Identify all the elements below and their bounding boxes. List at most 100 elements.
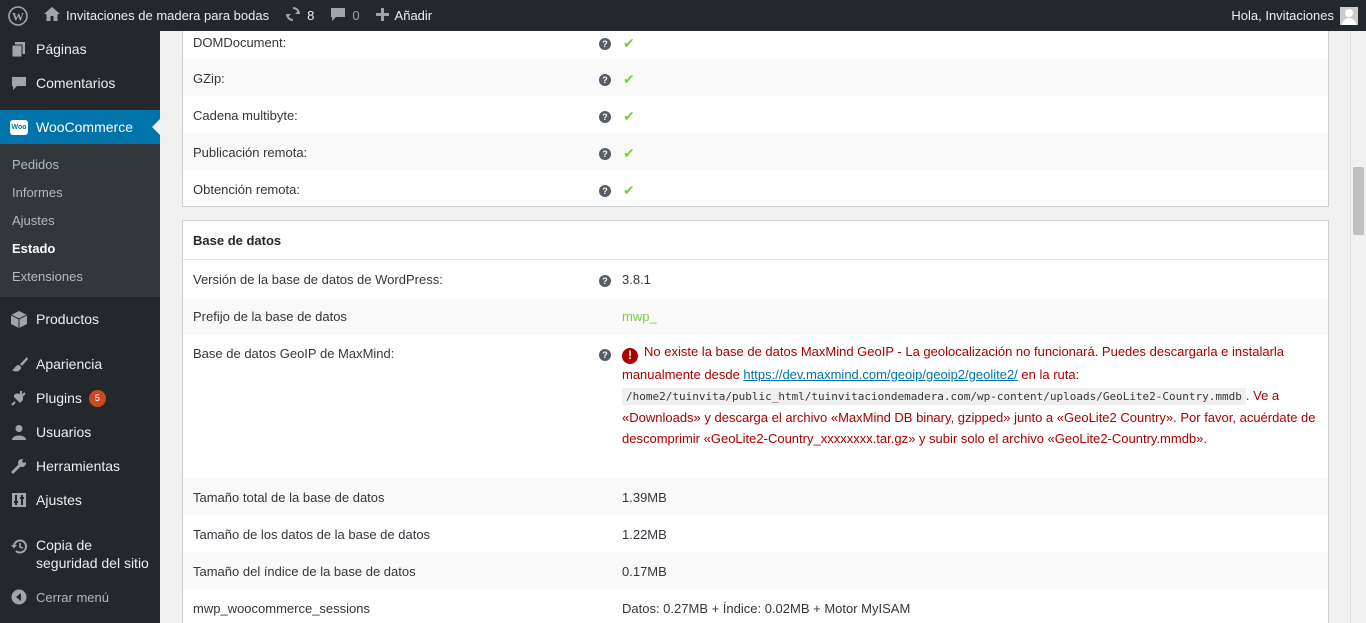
help-tip[interactable]: ?: [573, 340, 611, 361]
checkmark-icon: ✔: [623, 71, 635, 87]
help-tip[interactable]: ?: [573, 145, 611, 160]
sidebar-item-pages[interactable]: Páginas: [0, 32, 160, 66]
sidebar-item-label: Copia de seguridad del sitio: [36, 537, 149, 571]
sidebar-item-woocommerce[interactable]: Woo WooCommerce: [0, 110, 160, 144]
avatar: [1340, 6, 1358, 25]
submenu-item-status[interactable]: Estado: [0, 235, 160, 263]
sidebar-item-users[interactable]: Usuarios: [0, 415, 160, 449]
row-label: Tamaño de los datos de la base de datos: [193, 527, 431, 542]
row-label: Tamaño del índice de la base de datos: [193, 564, 416, 579]
sidebar-item-appearance[interactable]: Apariencia: [0, 347, 160, 381]
collapse-icon: [10, 588, 28, 606]
comment-bubble-icon: [330, 7, 346, 25]
table-row: DOMDocument: ? ✔: [183, 31, 1328, 59]
row-label: Tamaño total de la base de datos: [193, 490, 385, 505]
maxmind-download-link[interactable]: https://dev.maxmind.com/geoip/geoip2/geo…: [743, 367, 1017, 382]
checkmark-icon: ✔: [623, 145, 635, 161]
table-row: GZip: ? ✔: [183, 59, 1328, 96]
row-value: ✔: [611, 108, 1318, 125]
sidebar-item-label: Herramientas: [36, 458, 121, 474]
row-value: ✔: [611, 182, 1318, 199]
help-icon: ?: [599, 275, 611, 287]
server-environment-table: DOMDocument: ? ✔ GZip: ? ✔ Cadena multib…: [182, 31, 1329, 207]
row-value: 1.22MB: [622, 527, 667, 542]
updates-count: 8: [307, 8, 315, 23]
updates-link[interactable]: 8: [277, 0, 322, 31]
table-row: Versión de la base de datos de WordPress…: [183, 260, 1328, 298]
plus-icon: [375, 7, 389, 24]
help-icon: ?: [599, 148, 611, 160]
row-label: Cadena multibyte:: [193, 108, 298, 123]
comments-link[interactable]: 0: [322, 0, 367, 31]
collapse-menu-button[interactable]: Cerrar menú: [0, 580, 160, 614]
geoip-message-part2: en la ruta:: [1017, 366, 1080, 382]
table-row: Cadena multibyte: ? ✔: [183, 96, 1328, 133]
site-name: Invitaciones de madera para bodas: [66, 8, 270, 23]
home-icon: [44, 7, 60, 24]
help-tip[interactable]: ?: [573, 71, 611, 86]
woo-icon-text: Woo: [10, 119, 28, 135]
submenu-item-settings[interactable]: Ajustes: [0, 207, 160, 235]
products-icon: [10, 310, 28, 328]
row-label: Base de datos GeoIP de MaxMind:: [193, 346, 395, 361]
help-tip[interactable]: ?: [573, 272, 611, 287]
submenu-item-reports[interactable]: Informes: [0, 179, 160, 207]
updates-icon: [285, 6, 301, 25]
row-value: ✔: [611, 71, 1318, 88]
row-value: ✔: [611, 145, 1318, 162]
page-scrollbar[interactable]: [1350, 31, 1366, 623]
admin-bar: W Invitaciones de madera para bodas 8 0 …: [0, 0, 1366, 31]
svg-text:W: W: [12, 9, 24, 23]
table-row: mwp_woocommerce_sessions Datos: 0.27MB +…: [183, 589, 1328, 623]
geoip-error-message: ! No existe la base de datos MaxMind GeoI…: [611, 340, 1318, 449]
pages-icon: [10, 40, 28, 58]
help-tip[interactable]: ?: [573, 182, 611, 197]
row-label: mwp_woocommerce_sessions: [193, 601, 371, 616]
woocommerce-icon: Woo: [10, 118, 28, 136]
submenu-item-orders[interactable]: Pedidos: [0, 151, 160, 179]
site-name-link[interactable]: Invitaciones de madera para bodas: [36, 0, 277, 31]
woocommerce-submenu: Pedidos Informes Ajustes Estado Extensio…: [0, 144, 160, 297]
my-account-link[interactable]: Hola, Invitaciones: [1223, 0, 1366, 31]
add-new-link[interactable]: Añadir: [368, 0, 441, 31]
help-tip[interactable]: ?: [573, 35, 611, 50]
row-label: Prefijo de la base de datos: [193, 309, 347, 324]
help-tip[interactable]: ?: [573, 108, 611, 123]
row-value: ✔: [611, 35, 1318, 52]
sidebar-item-label: Usuarios: [36, 424, 92, 440]
plugins-icon: [10, 389, 28, 407]
table-row: Tamaño del índice de la base de datos 0.…: [183, 552, 1328, 589]
sidebar-item-products[interactable]: Productos: [0, 302, 160, 336]
sidebar-item-label: Páginas: [36, 41, 87, 57]
error-icon: !: [622, 347, 638, 364]
help-icon: ?: [599, 349, 611, 361]
sidebar-item-plugins[interactable]: Plugins 5: [0, 381, 160, 415]
help-icon: ?: [599, 111, 611, 123]
scrollbar-thumb[interactable]: [1353, 167, 1364, 235]
sidebar-item-label: WooCommerce: [36, 119, 133, 135]
table-row: Tamaño total de la base de datos 1.39MB: [183, 478, 1328, 515]
settings-icon: [10, 491, 28, 509]
row-value: Datos: 0.27MB + Índice: 0.02MB + Motor M…: [622, 601, 911, 616]
submenu-item-extensions[interactable]: Extensiones: [0, 263, 160, 291]
sidebar-item-label: Plugins: [36, 390, 82, 406]
sidebar-item-backup[interactable]: Copia de seguridad del sitio: [0, 528, 160, 580]
sidebar-item-label: Ajustes: [36, 492, 82, 508]
row-value: 3.8.1: [622, 272, 651, 287]
checkmark-icon: ✔: [623, 35, 635, 51]
help-icon: ?: [599, 185, 611, 197]
row-label: Publicación remota:: [193, 145, 308, 160]
sidebar-item-comments[interactable]: Comentarios: [0, 66, 160, 100]
sidebar-item-label: Productos: [36, 311, 100, 327]
table-row: Obtención remota: ? ✔: [183, 170, 1328, 207]
geoip-path: /home2/tuinvita/public_html/tuinvitacion…: [622, 387, 1246, 405]
sidebar-item-label: Apariencia: [36, 356, 103, 372]
wordpress-logo-icon[interactable]: W: [0, 0, 36, 31]
sidebar-item-settings[interactable]: Ajustes: [0, 483, 160, 517]
admin-sidebar: Páginas Comentarios Woo WooCommerce Pedi…: [0, 31, 160, 623]
help-icon: ?: [599, 74, 611, 86]
row-label: Versión de la base de datos de WordPress…: [193, 272, 443, 287]
tools-icon: [10, 457, 28, 475]
sidebar-item-tools[interactable]: Herramientas: [0, 449, 160, 483]
database-table: Base de datos Versión de la base de dato…: [182, 220, 1329, 623]
